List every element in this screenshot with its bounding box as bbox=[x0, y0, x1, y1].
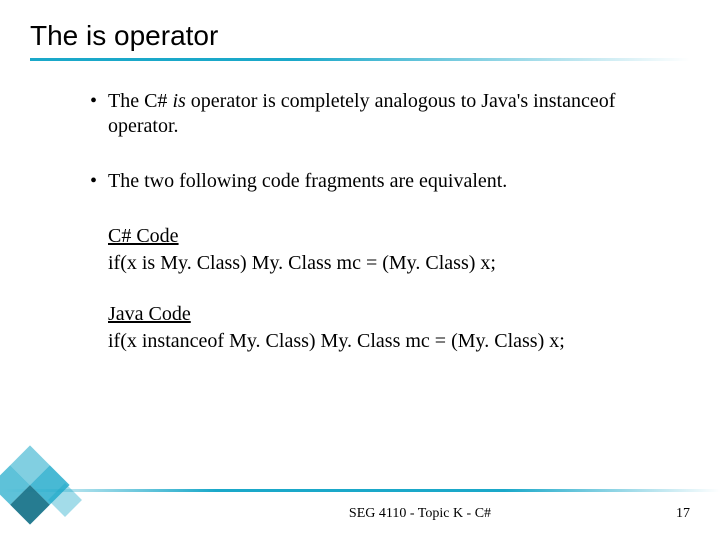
csharp-label: C# Code bbox=[108, 224, 660, 249]
java-block: Java Code if(x instanceof My. Class) My.… bbox=[108, 302, 660, 354]
slide-title: The is operator bbox=[30, 20, 690, 52]
slide-content: The C# is operator is completely analogo… bbox=[30, 89, 690, 354]
footer-divider bbox=[0, 489, 720, 492]
title-divider bbox=[30, 58, 690, 61]
java-label: Java Code bbox=[108, 302, 660, 327]
bullet-1-pre: The C# bbox=[108, 90, 172, 112]
footer-text: SEG 4110 - Topic K - C# bbox=[0, 506, 720, 522]
csharp-block: C# Code if(x is My. Class) My. Class mc … bbox=[108, 224, 660, 276]
bullet-2-text: The two following code fragments are equ… bbox=[108, 170, 507, 192]
slide: The is operator The C# is operator is co… bbox=[0, 0, 720, 540]
java-code: if(x instanceof My. Class) My. Class mc … bbox=[108, 329, 660, 354]
bullet-1: The C# is operator is completely analogo… bbox=[90, 89, 660, 139]
page-number: 17 bbox=[676, 506, 690, 522]
bullet-2: The two following code fragments are equ… bbox=[90, 169, 660, 194]
csharp-code: if(x is My. Class) My. Class mc = (My. C… bbox=[108, 251, 660, 276]
bullet-1-is: is bbox=[172, 90, 185, 112]
